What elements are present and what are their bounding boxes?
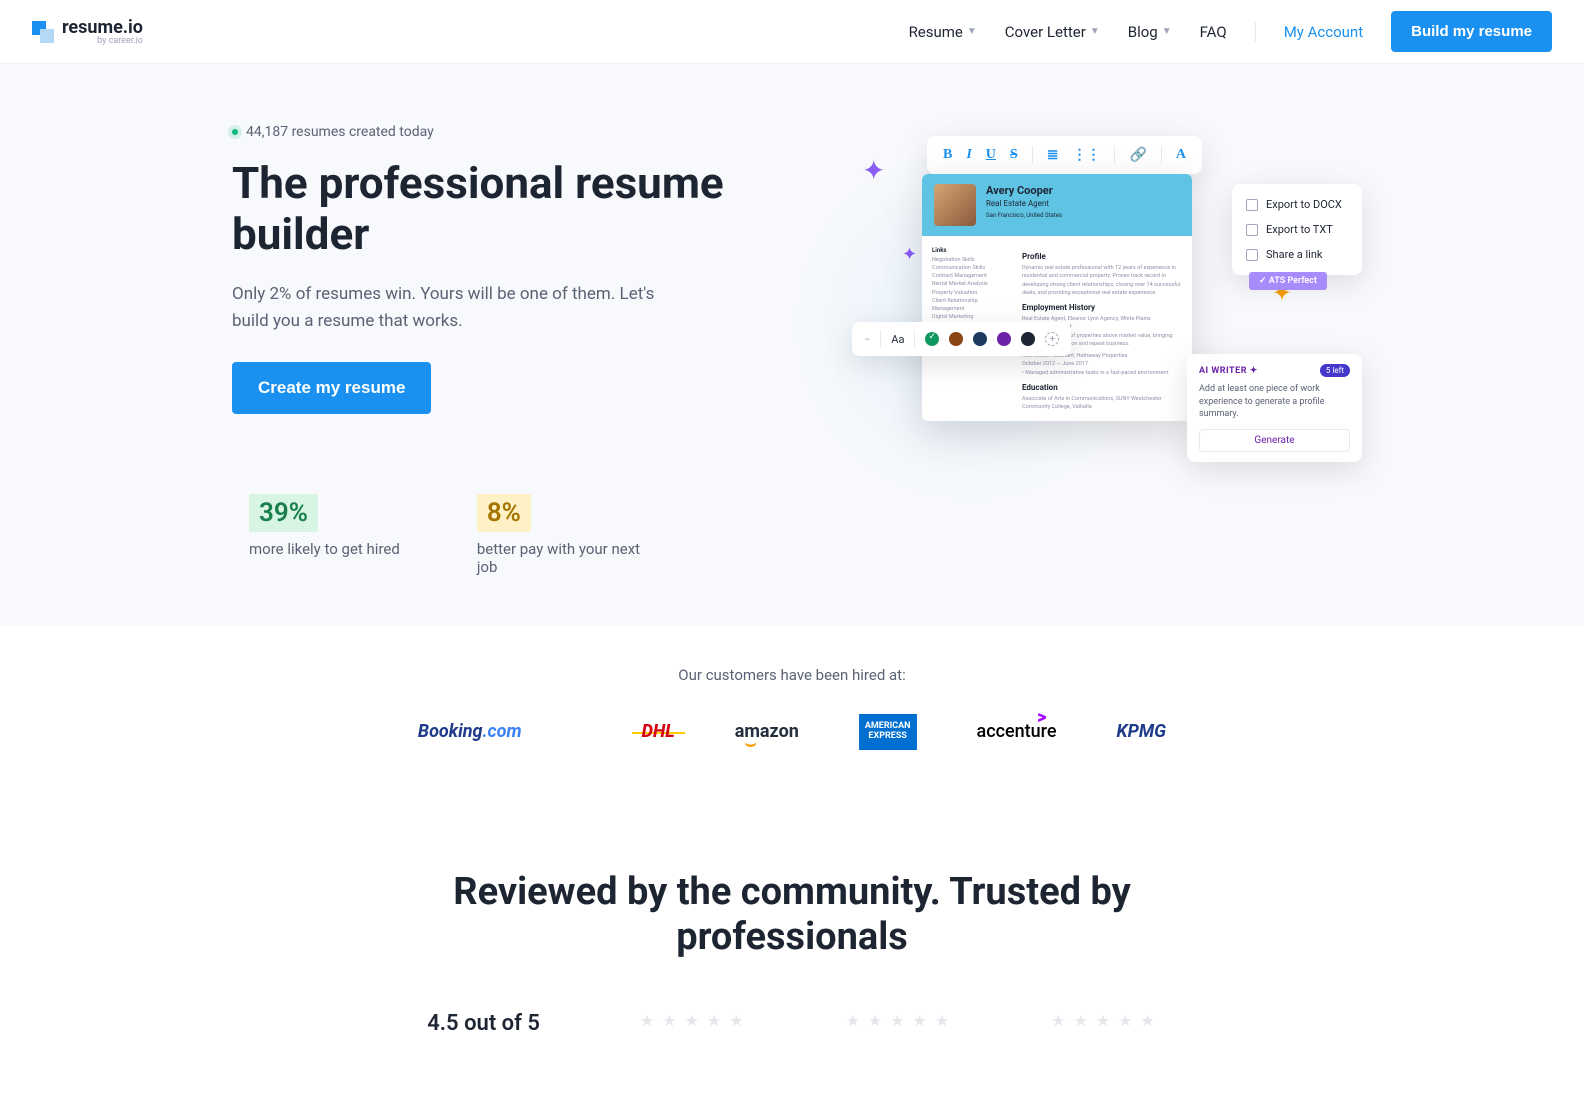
nav-cover-letter[interactable]: Cover Letter▼ xyxy=(1005,23,1100,41)
reviews-title: Reviewed by the community. Trusted by pr… xyxy=(442,870,1142,961)
create-resume-button[interactable]: Create my resume xyxy=(232,362,431,414)
preview-role: Real Estate Agent xyxy=(986,199,1062,208)
stat-hired: 39% more likely to get hired xyxy=(232,494,400,576)
preview-name: Avery Cooper xyxy=(986,184,1062,197)
export-txt[interactable]: Export to TXT xyxy=(1232,217,1362,242)
minus-icon[interactable]: − xyxy=(864,333,870,346)
logo-kpmg: KPMG xyxy=(1117,721,1167,742)
underline-icon[interactable]: U xyxy=(986,147,996,163)
resume-preview: Avery Cooper Real Estate Agent San Franc… xyxy=(922,174,1192,421)
customers-section: Our customers have been hired at: Bookin… xyxy=(0,626,1584,810)
logo[interactable]: resume.io by career.io xyxy=(32,17,143,46)
logo-amazon: amazon xyxy=(735,721,799,742)
logo-icon xyxy=(32,21,54,43)
italic-icon[interactable]: I xyxy=(966,147,971,163)
color-add[interactable]: + xyxy=(1045,332,1059,346)
ai-writer-text: Add at least one piece of work experienc… xyxy=(1199,383,1350,421)
logo-accenture: accenture xyxy=(977,721,1057,742)
logo-dhl: DHL xyxy=(642,721,675,742)
share-icon xyxy=(1246,249,1258,261)
ai-writer-title: AI WRITER ✦ xyxy=(1199,366,1258,376)
header: resume.io by career.io Resume▼ Cover Let… xyxy=(0,0,1584,64)
nav-blog[interactable]: Blog▼ xyxy=(1128,23,1172,41)
link-icon[interactable]: 🔗 xyxy=(1129,147,1146,164)
preview-contact: San Francisco, United States xyxy=(986,212,1062,219)
color-swatch-purple[interactable] xyxy=(997,332,1011,346)
file-icon xyxy=(1246,224,1258,236)
customer-logos: Booking.com DHL amazon AMERICANEXPRESS a… xyxy=(20,714,1564,750)
bold-icon[interactable]: B xyxy=(943,147,952,163)
color-swatch-brown[interactable] xyxy=(949,332,963,346)
font-style-icon[interactable]: A xyxy=(1176,147,1186,163)
reviews-section: Reviewed by the community. Trusted by pr… xyxy=(0,810,1584,1076)
hero-stats: 39% more likely to get hired 8% better p… xyxy=(232,494,792,576)
main-nav: Resume▼ Cover Letter▼ Blog▼ FAQ My Accou… xyxy=(909,11,1552,52)
nav-resume[interactable]: Resume▼ xyxy=(909,23,977,41)
ats-badge: ✓ ATS Perfect xyxy=(1249,272,1327,290)
chevron-down-icon: ▼ xyxy=(967,26,977,37)
hero-content: 44,187 resumes created today The profess… xyxy=(232,124,792,576)
color-picker: − Aa + xyxy=(852,322,1071,356)
nav-divider xyxy=(1255,22,1256,42)
ordered-list-icon[interactable]: ≣ xyxy=(1047,147,1059,164)
color-swatch-green[interactable] xyxy=(925,332,939,346)
review-stars: ★ ★ ★ ★ ★ xyxy=(846,1011,952,1030)
ai-generate-button[interactable]: Generate xyxy=(1199,429,1350,452)
hero-section: 44,187 resumes created today The profess… xyxy=(0,64,1584,626)
live-dot-icon xyxy=(232,129,238,135)
rating-score: 4.5 out of 5 xyxy=(427,1011,540,1036)
sparkle-icon: ✦ xyxy=(862,154,885,187)
color-swatch-dark[interactable] xyxy=(1021,332,1035,346)
color-swatch-navy[interactable] xyxy=(973,332,987,346)
build-resume-button[interactable]: Build my resume xyxy=(1391,11,1552,52)
file-icon xyxy=(1246,199,1258,211)
share-link[interactable]: Share a link xyxy=(1232,242,1362,267)
bullet-list-icon[interactable]: ⋮⋮ xyxy=(1072,147,1100,164)
export-docx[interactable]: Export to DOCX xyxy=(1232,192,1362,217)
stat-pay: 8% better pay with your next job xyxy=(460,494,647,576)
logo-text: resume.io xyxy=(62,17,143,38)
ai-writer-panel: AI WRITER ✦ 5 left Add at least one piec… xyxy=(1187,354,1362,462)
sparkle-icon: ✦ xyxy=(902,244,917,265)
font-label[interactable]: Aa xyxy=(891,333,904,346)
strikethrough-icon[interactable]: S xyxy=(1010,147,1018,163)
avatar xyxy=(934,184,976,226)
chevron-down-icon: ▼ xyxy=(1090,26,1100,37)
customers-title: Our customers have been hired at: xyxy=(20,666,1564,684)
export-menu: Export to DOCX Export to TXT Share a lin… xyxy=(1232,184,1362,275)
review-stars: ★ ★ ★ ★ ★ xyxy=(1051,1011,1157,1030)
hero-subtitle: Only 2% of resumes win. Yours will be on… xyxy=(232,281,672,334)
logo-amex: AMERICANEXPRESS xyxy=(859,714,917,750)
rating-row: 4.5 out of 5 ★ ★ ★ ★ ★ ★ ★ ★ ★ ★ ★ ★ ★ ★… xyxy=(20,1011,1564,1036)
nav-my-account[interactable]: My Account xyxy=(1284,23,1363,41)
logo-booking: Booking.com xyxy=(418,721,522,742)
hero-title: The professional resume builder xyxy=(232,158,792,259)
formatting-toolbar: B I U S ≣ ⋮⋮ 🔗 A xyxy=(927,136,1202,174)
hero-illustration: ✦ ✦ ✦ B I U S ≣ ⋮⋮ 🔗 A Avery C xyxy=(832,124,1352,576)
nav-faq[interactable]: FAQ xyxy=(1200,23,1227,41)
review-stars: ★ ★ ★ ★ ★ xyxy=(640,1011,746,1030)
resume-counter: 44,187 resumes created today xyxy=(232,124,792,140)
chevron-down-icon: ▼ xyxy=(1162,26,1172,37)
ai-credits-badge: 5 left xyxy=(1320,364,1350,377)
